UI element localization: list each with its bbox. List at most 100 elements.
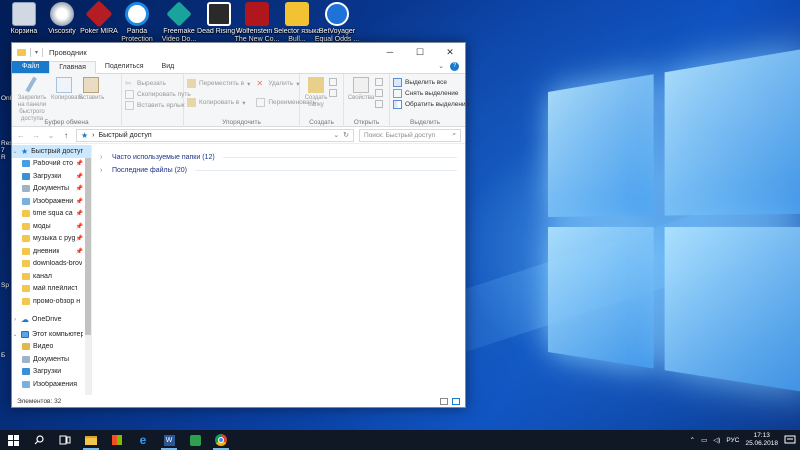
taskbar-store[interactable]: [104, 430, 130, 450]
recent-locations-icon[interactable]: ⌄: [46, 131, 56, 140]
tab-view[interactable]: Вид: [153, 61, 184, 73]
tab-share[interactable]: Поделиться: [96, 61, 153, 73]
invert-selection-button[interactable]: Обратить выделение: [393, 99, 469, 110]
refresh-icon[interactable]: ↻: [343, 131, 349, 139]
tab-file[interactable]: Файл: [12, 61, 50, 73]
group-frequent-folders[interactable]: › Часто используемые папки (12): [100, 151, 457, 163]
properties-icon: [353, 77, 369, 93]
wolfenstein-icon: [245, 2, 269, 26]
back-arrow-icon[interactable]: ←: [16, 131, 26, 140]
language-indicator[interactable]: РУС: [726, 437, 739, 444]
forward-arrow-icon[interactable]: →: [31, 131, 41, 140]
nav-item-pinned[interactable]: моды 📌: [12, 220, 91, 233]
new-folder-button[interactable]: Создать папку: [303, 76, 329, 109]
ribbon-group-label: Открыть: [353, 119, 380, 126]
nav-quick-access[interactable]: ⌄ ★ Быстрый доступ: [12, 145, 91, 158]
documents-folder-icon: [22, 355, 30, 363]
network-icon[interactable]: ▭: [701, 436, 707, 444]
view-toggles: [440, 397, 460, 405]
collapse-ribbon-icon[interactable]: ⌄: [438, 61, 444, 73]
pin-icon: [25, 76, 39, 94]
desktop-icon-panda[interactable]: Panda Protection: [113, 2, 161, 44]
expand-chevron-icon[interactable]: ›: [12, 317, 18, 323]
paste-shortcut-button[interactable]: Вставить ярлык: [125, 100, 185, 111]
taskbar-chrome[interactable]: [208, 430, 234, 450]
taskbar-edge[interactable]: e: [130, 430, 156, 450]
tab-home[interactable]: Главная: [49, 61, 96, 74]
search-input[interactable]: Поиск: Быстрый доступ ⌕: [359, 128, 461, 142]
downloads-folder-icon: [22, 172, 30, 180]
close-button[interactable]: ✕: [435, 43, 465, 61]
pictures-folder-icon: [22, 380, 30, 388]
move-to-button[interactable]: Переместить в ▾: [187, 78, 250, 89]
easy-access-icon[interactable]: [329, 89, 337, 97]
show-hidden-icons-icon[interactable]: ⌃: [690, 436, 695, 444]
taskbar-app-green[interactable]: [182, 430, 208, 450]
viscosity-icon: [50, 2, 74, 26]
nav-item-pinned[interactable]: time squa ca 📌: [12, 208, 91, 221]
copy-path-button[interactable]: Скопировать путь: [125, 89, 191, 100]
folder-icon: [22, 272, 30, 280]
edit-icon[interactable]: [375, 89, 383, 97]
nav-pc-item[interactable]: Изображения: [12, 378, 91, 391]
address-bar[interactable]: ★ › Быстрый доступ ⌄ ↻: [76, 128, 354, 142]
nav-item-recent[interactable]: промо-обзор н: [12, 295, 91, 308]
details-view-icon[interactable]: [440, 397, 448, 405]
nav-item-pinned[interactable]: Изображени 📌: [12, 195, 91, 208]
expand-chevron-icon[interactable]: ›: [100, 154, 108, 161]
nav-item-pinned[interactable]: музыка с руg 📌: [12, 233, 91, 246]
nav-item-pinned[interactable]: Документы 📌: [12, 183, 91, 196]
nav-item-recent[interactable]: downloads-brov: [12, 258, 91, 271]
expand-chevron-icon[interactable]: ›: [100, 167, 108, 174]
start-button[interactable]: [0, 430, 26, 450]
nav-pc-item[interactable]: Документы: [12, 353, 91, 366]
group-recent-files[interactable]: › Последние файлы (20): [100, 164, 457, 176]
taskbar-explorer[interactable]: [78, 430, 104, 450]
expand-chevron-icon[interactable]: ⌄: [12, 331, 18, 338]
volume-icon[interactable]: ◁): [713, 436, 720, 444]
pin-quick-access-button[interactable]: Закрепить на панели быстрого доступа: [15, 76, 49, 123]
desktop-icon-betvoyager[interactable]: BetVoyager Equal Odds ...: [313, 2, 361, 44]
address-dropdown-icon[interactable]: ⌄: [333, 131, 339, 139]
nav-pc-item[interactable]: Загрузки: [12, 366, 91, 379]
nav-this-pc[interactable]: ⌄ Этот компьютер: [12, 328, 91, 341]
nav-pc-item[interactable]: Видео: [12, 341, 91, 354]
history-icon[interactable]: [375, 100, 383, 108]
clock[interactable]: 17:13 25.06.2018: [745, 432, 778, 448]
properties-button[interactable]: Свойства: [347, 76, 375, 108]
nav-item-pinned[interactable]: Загрузки 📌: [12, 170, 91, 183]
expand-chevron-icon[interactable]: ⌄: [12, 148, 18, 155]
nav-item-recent[interactable]: канал: [12, 270, 91, 283]
folder-icon: [22, 285, 30, 293]
nav-onedrive[interactable]: › ☁ OneDrive: [12, 314, 91, 327]
open-icon[interactable]: [375, 78, 383, 86]
desktop-edge-label: Sp: [1, 282, 9, 289]
action-center-icon[interactable]: [784, 434, 796, 446]
cut-button[interactable]: ✂ Вырезать: [125, 78, 180, 89]
up-arrow-icon[interactable]: ↑: [61, 131, 71, 140]
paste-button[interactable]: Вставить: [79, 76, 104, 102]
delete-icon: ✕: [256, 79, 264, 88]
paste-shortcut-icon: [125, 101, 134, 110]
nav-item-recent[interactable]: май плейлист: [12, 283, 91, 296]
new-item-icon[interactable]: [329, 78, 337, 86]
select-all-button[interactable]: Выделить все: [393, 77, 457, 88]
nav-item-pinned[interactable]: дневник 📌: [12, 245, 91, 258]
customize-toolbar-icon[interactable]: ▾: [35, 49, 38, 56]
taskbar-word[interactable]: W: [156, 430, 182, 450]
maximize-button[interactable]: ☐: [405, 43, 435, 61]
dropdown-arrow-icon: ▾: [296, 80, 300, 88]
recycle-bin-icon: [12, 2, 36, 26]
select-none-button[interactable]: Снять выделение: [393, 88, 459, 99]
copy-to-button[interactable]: Копировать в ▾: [187, 97, 250, 108]
task-view-button[interactable]: [52, 430, 78, 450]
minimize-button[interactable]: ─: [375, 43, 405, 61]
windows-start-icon: [7, 434, 19, 446]
help-icon[interactable]: ?: [450, 62, 459, 71]
copy-button[interactable]: Копировать: [51, 76, 83, 102]
large-icons-view-icon[interactable]: [452, 397, 460, 405]
nav-item-pinned[interactable]: Рабочий сто 📌: [12, 158, 91, 171]
ribbon-group-new: Создать папку Создать: [300, 74, 344, 127]
folder-icon: [22, 222, 30, 230]
search-button[interactable]: [26, 430, 52, 450]
